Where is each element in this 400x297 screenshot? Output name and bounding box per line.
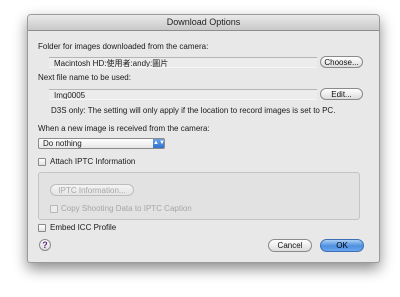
folder-path-field: Macintosh HD:使用者:andy:圖片 (49, 57, 317, 68)
iptc-options-group: IPTC Information... Copy Shooting Data t… (38, 172, 360, 220)
download-options-dialog: Download Options Folder for images downl… (27, 14, 380, 263)
ok-button[interactable]: OK (320, 239, 364, 252)
attach-iptc-label: Attach IPTC Information (50, 157, 136, 166)
cancel-button[interactable]: Cancel (268, 239, 312, 252)
embed-icc-label: Embed ICC Profile (50, 223, 117, 232)
new-image-action-value: Do nothing (43, 139, 82, 148)
edit-button[interactable]: Edit... (320, 88, 363, 100)
attach-iptc-checkbox[interactable] (38, 158, 46, 166)
embed-icc-checkbox[interactable] (38, 224, 46, 232)
window-title: Download Options (28, 15, 379, 31)
folder-label: Folder for images downloaded from the ca… (38, 42, 209, 51)
d3s-note: D3S only: The setting will only apply if… (51, 106, 336, 115)
filename-label: Next file name to be used: (38, 73, 131, 82)
copy-shooting-data-checkbox[interactable] (50, 205, 58, 213)
choose-button[interactable]: Choose... (320, 56, 363, 68)
select-arrows-icon: ▲▼ (153, 139, 165, 148)
new-image-label: When a new image is received from the ca… (38, 124, 210, 133)
new-image-action-select[interactable]: Do nothing ▲▼ (38, 138, 165, 149)
help-icon[interactable]: ? (39, 239, 51, 251)
iptc-information-button[interactable]: IPTC Information... (50, 184, 134, 196)
filename-field: Img0005 (49, 89, 317, 100)
copy-shooting-data-label: Copy Shooting Data to IPTC Caption (61, 204, 192, 213)
